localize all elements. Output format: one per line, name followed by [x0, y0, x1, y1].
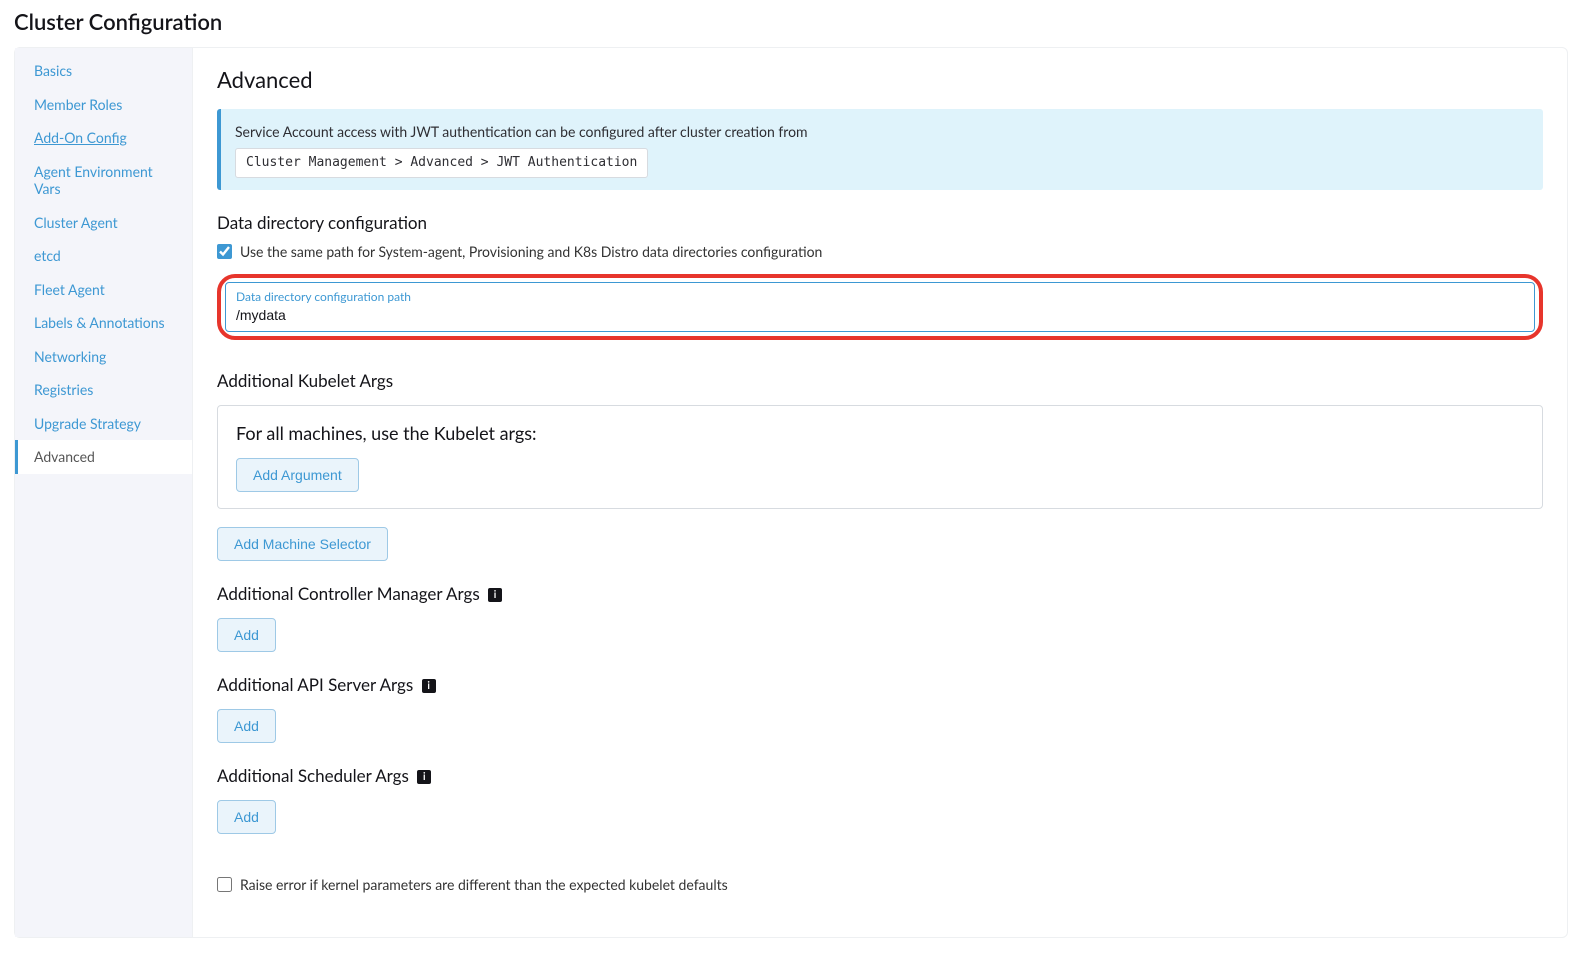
data-dir-path-input[interactable]: [236, 307, 1524, 323]
add-api-server-arg-button[interactable]: Add: [217, 709, 276, 743]
checkbox-kernel-params-label: Raise error if kernel parameters are dif…: [240, 876, 728, 893]
sidebar-item-agent-env-vars[interactable]: Agent Environment Vars: [15, 155, 192, 206]
page-title: Cluster Configuration: [14, 8, 1568, 35]
info-icon[interactable]: i: [488, 588, 502, 602]
data-dir-path-highlight: Data directory configuration path: [217, 274, 1543, 340]
checkbox-same-path-label: Use the same path for System-agent, Prov…: [240, 243, 822, 260]
data-dir-path-label: Data directory configuration path: [236, 289, 1524, 304]
heading-controller-manager-args: Additional Controller Manager Args i: [217, 583, 1543, 604]
heading-api-server-args-text: Additional API Server Args: [217, 674, 413, 695]
heading-controller-manager-args-text: Additional Controller Manager Args: [217, 583, 480, 604]
sidebar-item-upgrade-strategy[interactable]: Upgrade Strategy: [15, 407, 192, 441]
add-argument-button[interactable]: Add Argument: [236, 458, 359, 492]
sidebar-item-advanced[interactable]: Advanced: [15, 440, 192, 474]
sidebar-item-etcd[interactable]: etcd: [15, 239, 192, 273]
jwt-info-banner: Service Account access with JWT authenti…: [217, 109, 1543, 190]
sidebar-item-networking[interactable]: Networking: [15, 340, 192, 374]
content-area: Advanced Service Account access with JWT…: [193, 48, 1567, 937]
info-icon[interactable]: i: [422, 679, 436, 693]
heading-data-directory: Data directory configuration: [217, 212, 1543, 233]
checkbox-kernel-params-input[interactable]: [217, 877, 232, 892]
sidebar-item-member-roles[interactable]: Member Roles: [15, 88, 192, 122]
checkbox-kernel-params[interactable]: Raise error if kernel parameters are dif…: [217, 876, 1543, 893]
heading-scheduler-args-text: Additional Scheduler Args: [217, 765, 409, 786]
info-icon[interactable]: i: [417, 770, 431, 784]
section-title-advanced: Advanced: [217, 66, 1543, 93]
kubelet-args-box: For all machines, use the Kubelet args: …: [217, 405, 1543, 509]
banner-text: Service Account access with JWT authenti…: [235, 123, 808, 140]
data-dir-path-field[interactable]: Data directory configuration path: [225, 282, 1535, 332]
sidebar-item-cluster-agent[interactable]: Cluster Agent: [15, 206, 192, 240]
sidebar: Basics Member Roles Add-On Config Agent …: [15, 48, 193, 937]
heading-scheduler-args: Additional Scheduler Args i: [217, 765, 1543, 786]
checkbox-same-path[interactable]: Use the same path for System-agent, Prov…: [217, 243, 1543, 260]
heading-kubelet-args: Additional Kubelet Args: [217, 370, 1543, 391]
sidebar-item-registries[interactable]: Registries: [15, 373, 192, 407]
kubelet-args-box-title: For all machines, use the Kubelet args:: [236, 422, 1524, 444]
sidebar-item-basics[interactable]: Basics: [15, 54, 192, 88]
add-controller-manager-arg-button[interactable]: Add: [217, 618, 276, 652]
sidebar-item-fleet-agent[interactable]: Fleet Agent: [15, 273, 192, 307]
banner-code-path: Cluster Management > Advanced > JWT Auth…: [235, 148, 648, 178]
checkbox-same-path-input[interactable]: [217, 244, 232, 259]
heading-api-server-args: Additional API Server Args i: [217, 674, 1543, 695]
add-machine-selector-button[interactable]: Add Machine Selector: [217, 527, 388, 561]
add-scheduler-arg-button[interactable]: Add: [217, 800, 276, 834]
sidebar-item-add-on-config[interactable]: Add-On Config: [15, 121, 192, 155]
sidebar-item-labels-annotations[interactable]: Labels & Annotations: [15, 306, 192, 340]
config-panel: Basics Member Roles Add-On Config Agent …: [14, 47, 1568, 938]
